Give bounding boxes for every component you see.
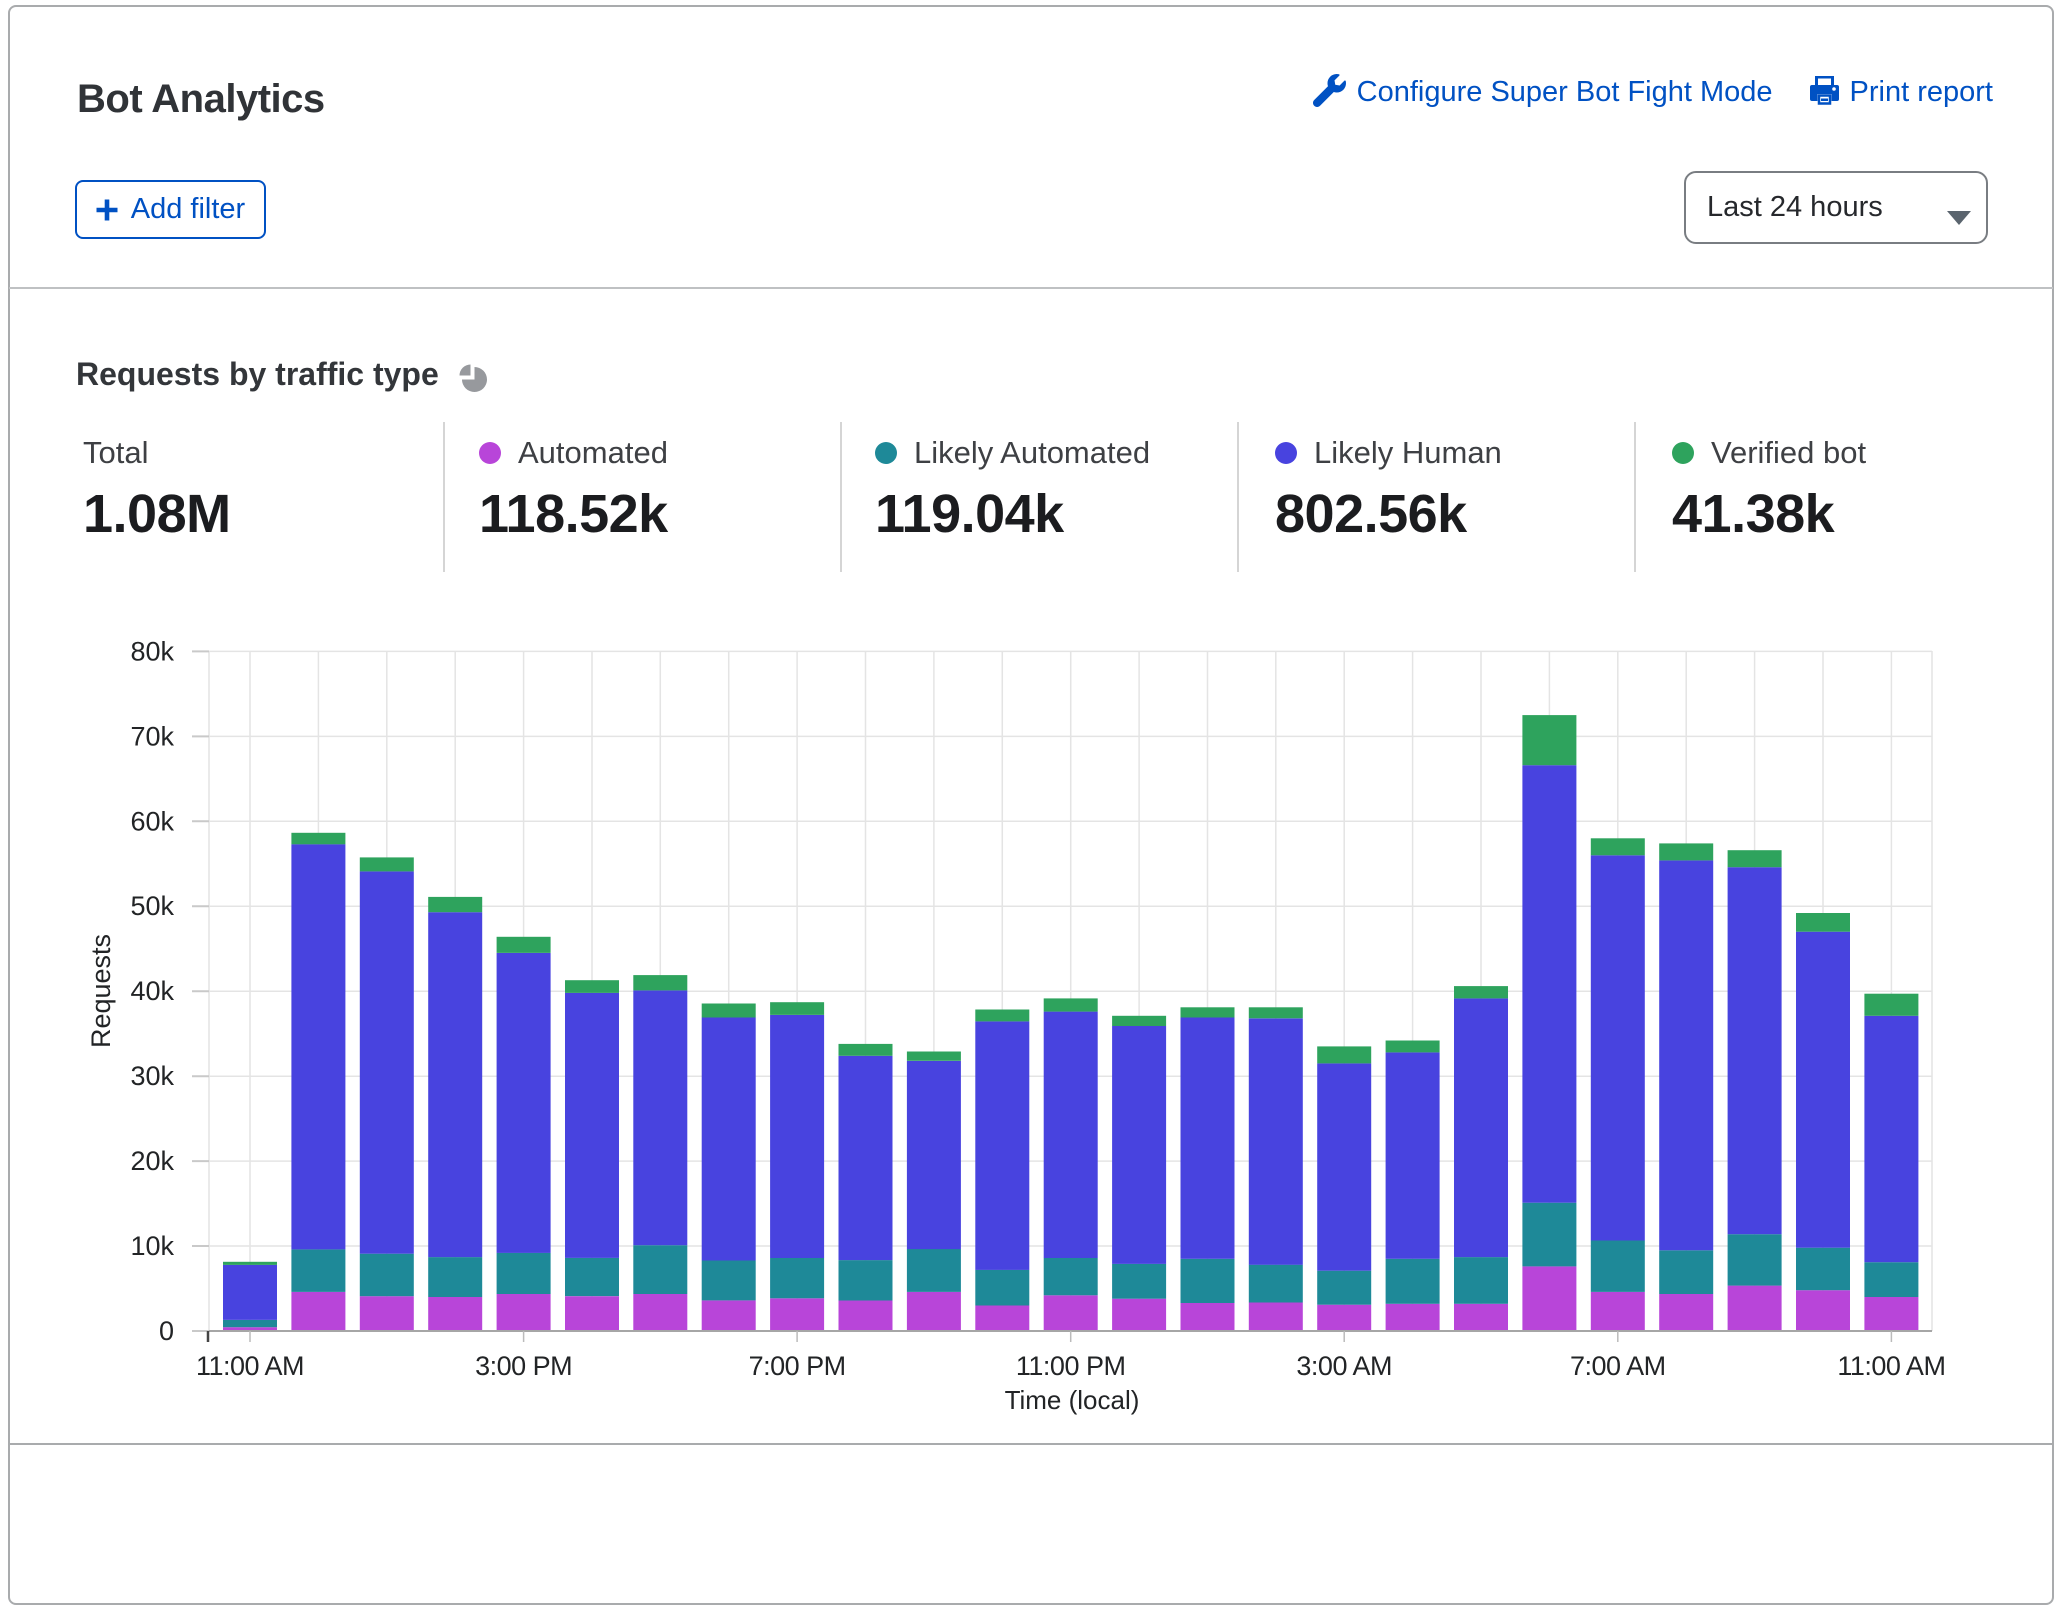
svg-text:11:00 AM: 11:00 AM	[1837, 1351, 1945, 1381]
svg-text:20k: 20k	[130, 1146, 174, 1176]
svg-text:11:00 PM: 11:00 PM	[1016, 1351, 1126, 1381]
svg-text:0: 0	[159, 1316, 174, 1346]
svg-text:10k: 10k	[130, 1231, 174, 1261]
svg-text:11:00 AM: 11:00 AM	[196, 1351, 304, 1381]
svg-text:3:00 AM: 3:00 AM	[1296, 1351, 1392, 1381]
svg-text:80k: 80k	[130, 636, 174, 666]
svg-text:Time (local): Time (local)	[1005, 1385, 1140, 1415]
svg-text:7:00 PM: 7:00 PM	[749, 1351, 846, 1381]
svg-text:50k: 50k	[130, 891, 174, 921]
svg-text:70k: 70k	[130, 721, 174, 751]
svg-text:Requests: Requests	[86, 934, 116, 1048]
svg-text:30k: 30k	[130, 1061, 174, 1091]
svg-text:60k: 60k	[130, 806, 174, 836]
svg-text:3:00 PM: 3:00 PM	[475, 1351, 572, 1381]
svg-text:40k: 40k	[130, 976, 174, 1006]
svg-text:7:00 AM: 7:00 AM	[1570, 1351, 1666, 1381]
